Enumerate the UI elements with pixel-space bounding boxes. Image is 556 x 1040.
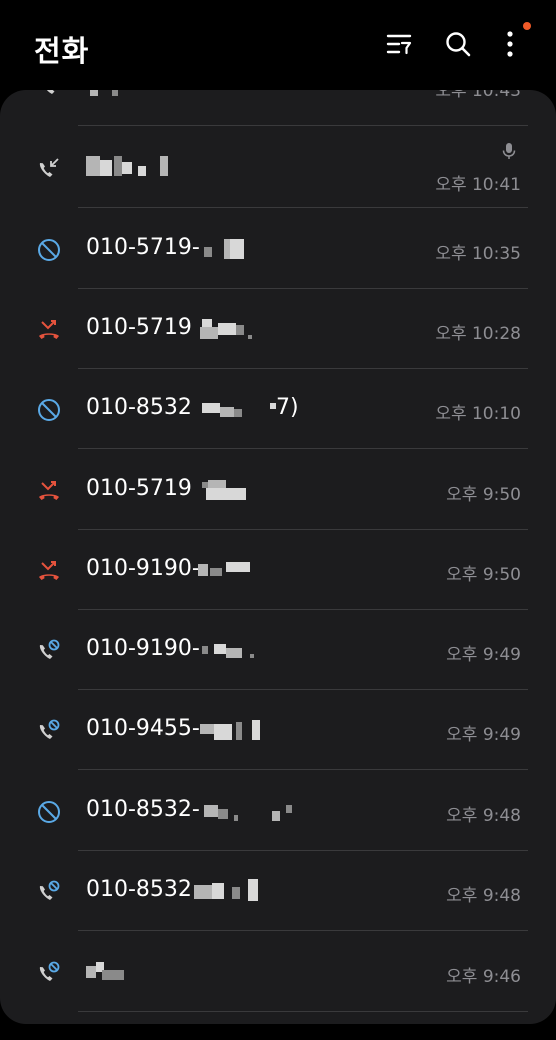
search-button[interactable] — [440, 26, 476, 62]
phone-icon — [36, 90, 62, 100]
filter-icon — [386, 34, 412, 55]
more-options-button[interactable] — [492, 26, 528, 62]
phone-number: 010-9455- — [86, 716, 200, 741]
bottom-edge — [0, 1024, 556, 1040]
missed-call-icon — [36, 558, 62, 584]
filter-button[interactable] — [381, 26, 417, 62]
page-title: 전화 — [34, 34, 90, 68]
call-time: 오후 9:49 — [446, 645, 521, 665]
phone-number: 010-8532 — [86, 395, 192, 420]
search-icon — [446, 32, 471, 57]
list-item[interactable]: 010-8532 오후 9:48 — [0, 851, 556, 931]
list-item[interactable]: 010-5719 오후 9:50 — [0, 450, 556, 530]
call-time: 오후 10:43 — [435, 90, 521, 101]
phone-number: 010-5719- — [86, 235, 200, 260]
divider — [78, 769, 528, 770]
call-time: 오후 9:46 — [446, 967, 521, 987]
missed-call-icon — [36, 317, 62, 343]
call-time: 오후 10:35 — [435, 244, 521, 264]
missed-call-icon — [36, 478, 62, 504]
list-item[interactable]: 오후 10:43 — [0, 90, 556, 126]
list-item[interactable]: 010-9190- 오후 9:50 — [0, 530, 556, 610]
list-item[interactable]: 010-8532- 오후 9:48 — [0, 771, 556, 851]
redacted-digits — [200, 480, 250, 500]
more-icon — [507, 31, 513, 57]
list-item[interactable]: 오후 10:41 — [0, 128, 556, 208]
redacted-digits — [200, 399, 276, 419]
redacted-digits — [192, 879, 264, 901]
list-item[interactable]: 010-5719 오후 10:28 — [0, 289, 556, 369]
call-time: 오후 9:48 — [446, 886, 521, 906]
redacted-digits — [198, 720, 264, 740]
notification-dot — [523, 22, 531, 30]
phone-number: 010-8532 — [86, 877, 192, 902]
incoming-call-icon — [36, 156, 62, 182]
redacted-name — [86, 962, 130, 982]
divider — [78, 207, 528, 208]
rejected-call-icon — [36, 638, 62, 664]
call-time: 오후 9:49 — [446, 725, 521, 745]
call-time: 오후 10:28 — [435, 324, 521, 344]
call-time: 오후 10:10 — [435, 404, 521, 424]
redacted-digits — [202, 801, 298, 821]
divider — [78, 125, 528, 126]
blocked-icon — [36, 799, 62, 825]
call-log-list: 오후 10:43 오후 10:41 010-5719- 오후 10:35 010… — [0, 90, 556, 1024]
call-time: 오후 10:41 — [435, 175, 521, 195]
divider — [78, 930, 528, 931]
call-time: 오후 9:48 — [446, 806, 521, 826]
redacted-digits — [196, 560, 256, 580]
rejected-call-icon — [36, 718, 62, 744]
phone-number: 010-8532- — [86, 797, 200, 822]
recording-mic-icon — [502, 142, 516, 164]
number-suffix: 7) — [276, 395, 299, 420]
call-time: 오후 9:50 — [446, 565, 521, 585]
blocked-icon — [36, 237, 62, 263]
redacted-digits — [196, 319, 256, 339]
redacted-digits — [200, 640, 256, 660]
redacted-name — [86, 156, 176, 176]
blocked-icon — [36, 397, 62, 423]
app-header: 전화 — [0, 0, 556, 90]
call-time: 오후 9:50 — [446, 485, 521, 505]
rejected-call-icon — [36, 879, 62, 905]
divider — [78, 448, 528, 449]
list-item[interactable]: 010-9455- 오후 9:49 — [0, 690, 556, 770]
list-item[interactable]: 010-5719- 오후 10:35 — [0, 209, 556, 289]
phone-number: 010-5719 — [86, 315, 192, 340]
phone-number: 010-5719 — [86, 476, 192, 501]
phone-number: 010-9190- — [86, 636, 200, 661]
redacted-name — [90, 90, 130, 102]
list-item[interactable]: 오후 9:46 — [0, 932, 556, 1012]
redacted-digits — [200, 239, 250, 259]
rejected-call-icon — [36, 960, 62, 986]
phone-number: 010-9190- — [86, 556, 200, 581]
divider — [78, 1011, 528, 1012]
list-item[interactable]: 010-9190- 오후 9:49 — [0, 610, 556, 690]
list-item[interactable]: 010-8532 7) 오후 10:10 — [0, 369, 556, 449]
